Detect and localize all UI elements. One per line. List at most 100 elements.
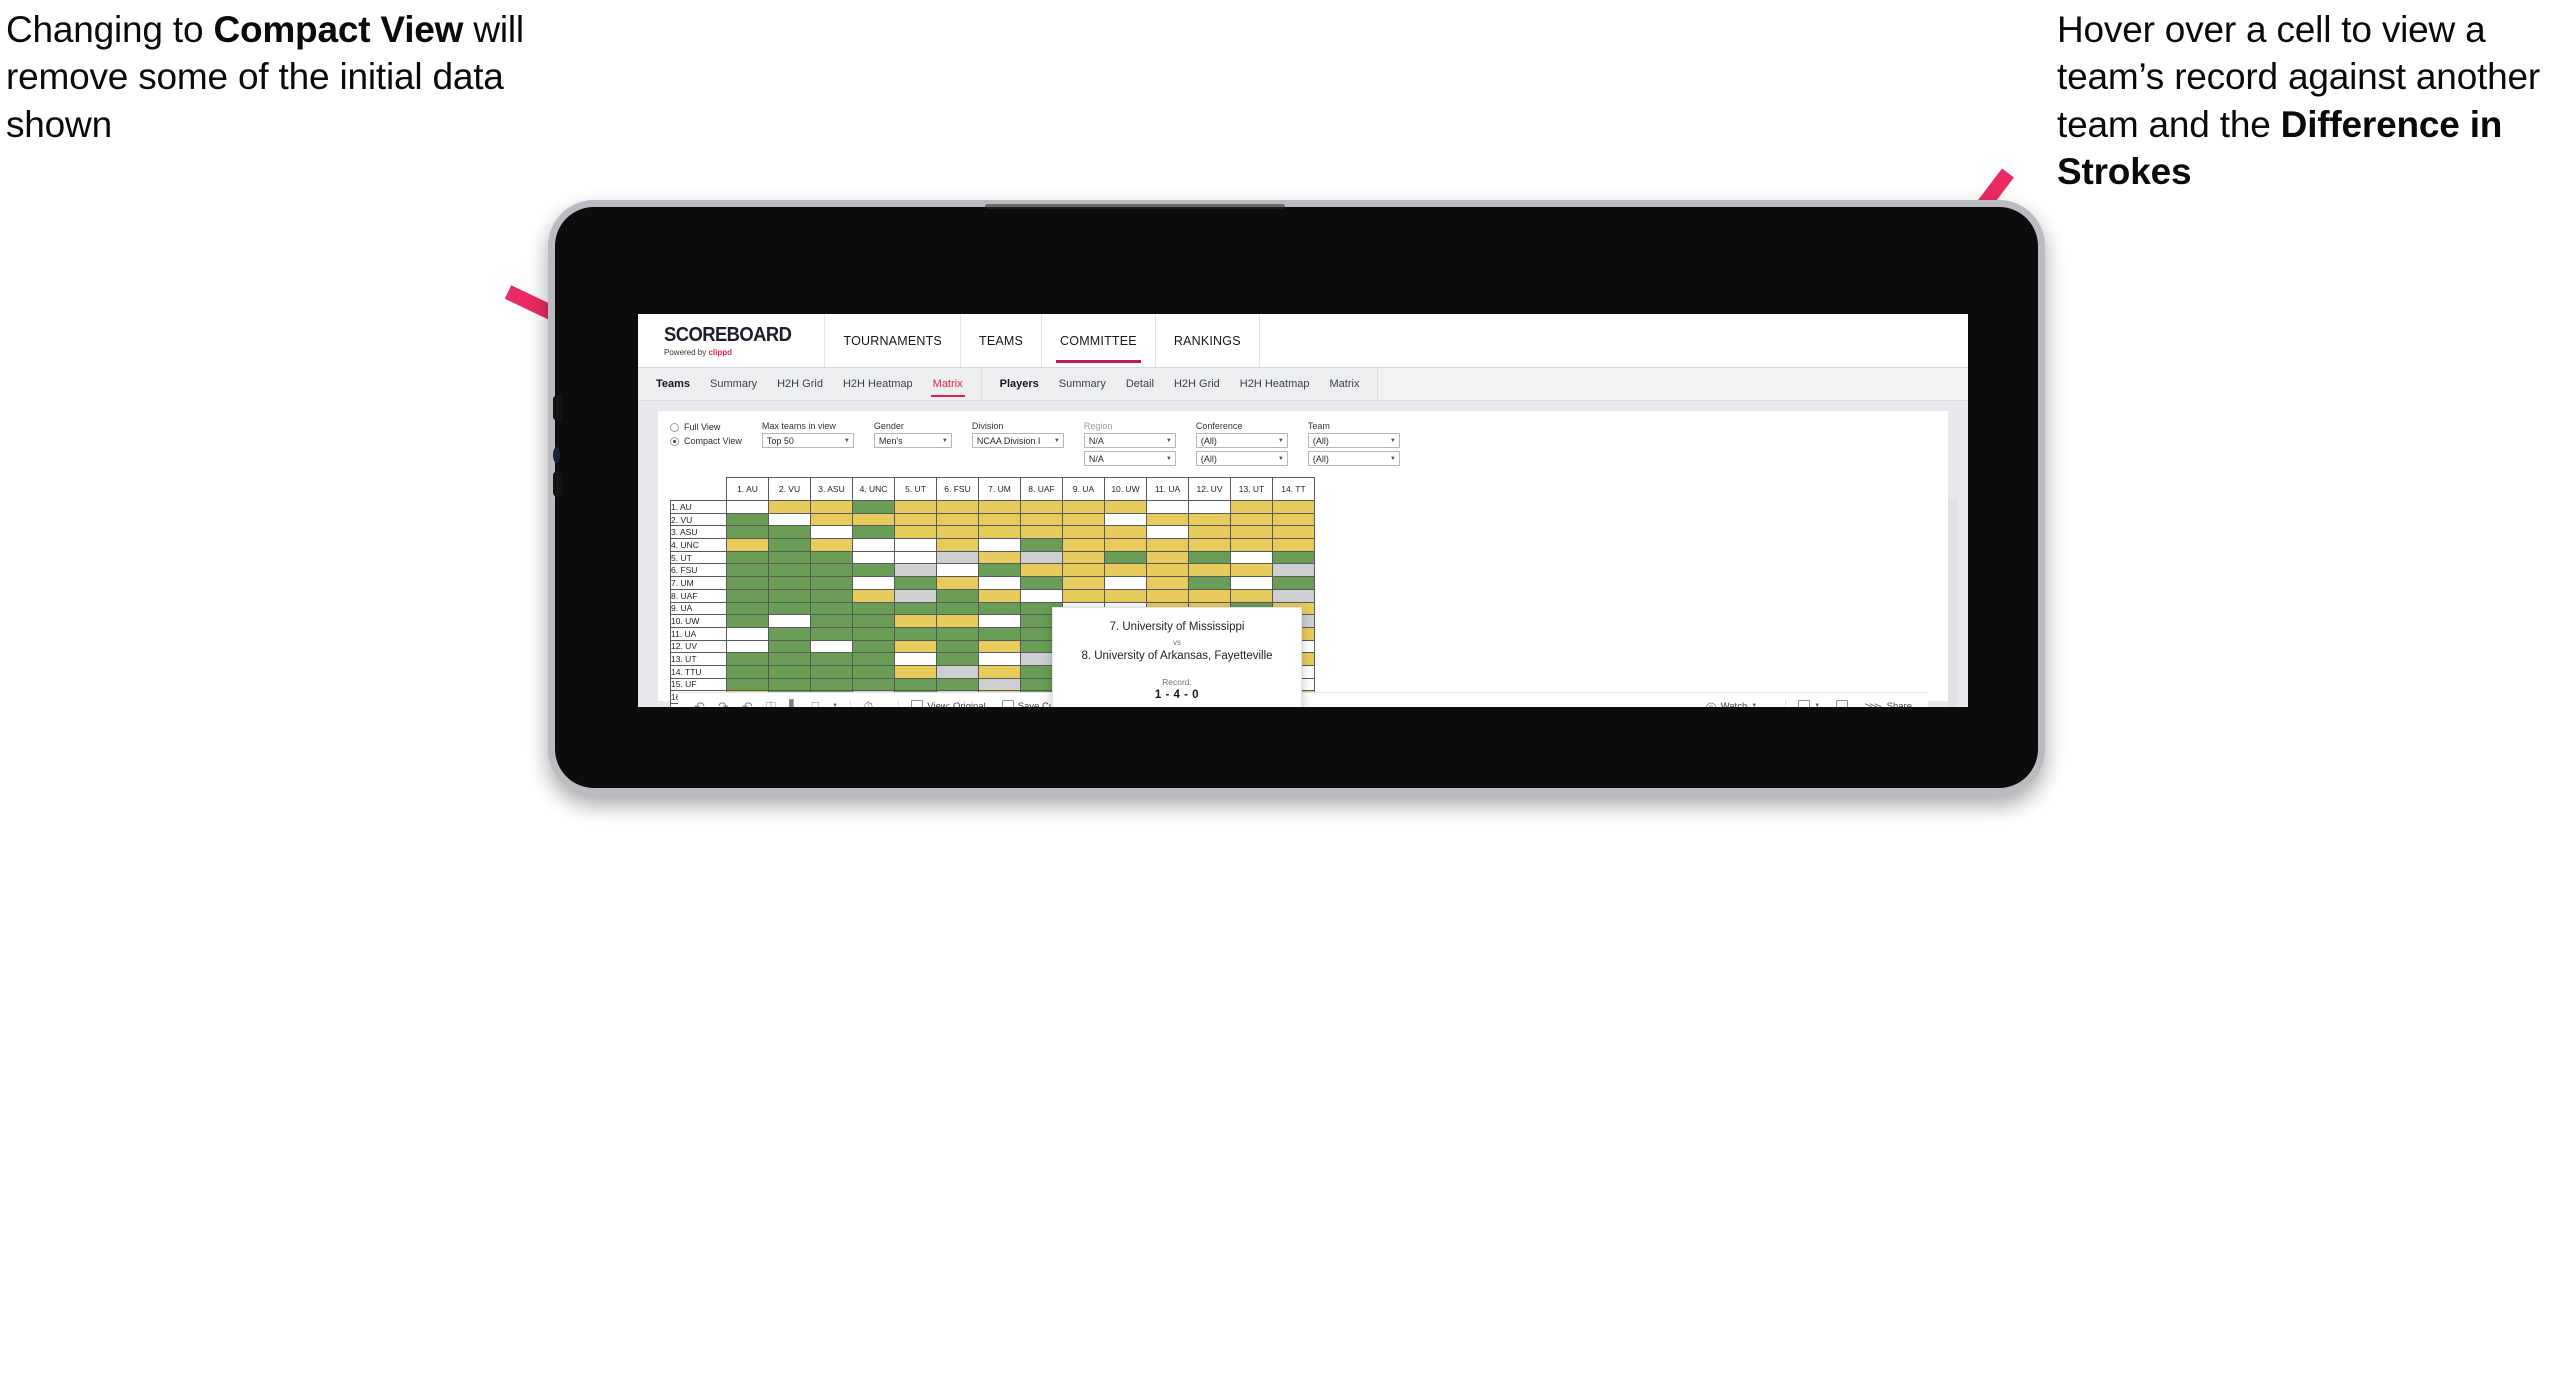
tab-players-matrix[interactable]: Matrix (1320, 378, 1370, 390)
matrix-cell[interactable] (1104, 500, 1147, 514)
matrix-cell[interactable] (810, 563, 853, 578)
matrix-cell[interactable] (1188, 538, 1231, 552)
matrix-cell[interactable] (978, 576, 1021, 590)
tab-teams-matrix[interactable]: Matrix (923, 378, 973, 397)
matrix-cell[interactable] (1020, 538, 1063, 552)
share-button[interactable]: ⋙ Share (1864, 700, 1912, 708)
matrix-cell[interactable] (768, 639, 811, 654)
watch-chevron-down-icon[interactable]: ▼ (1751, 703, 1757, 707)
matrix-cell[interactable] (978, 512, 1021, 527)
matrix-cell[interactable] (852, 588, 895, 603)
clock-icon[interactable]: ⏱ (863, 700, 873, 708)
matrix-cell[interactable] (852, 652, 895, 666)
matrix-cell[interactable] (726, 664, 769, 679)
matrix-cell[interactable] (936, 500, 979, 514)
matrix-cell[interactable] (852, 614, 895, 628)
matrix-cell[interactable] (852, 626, 895, 641)
fullscreen-button[interactable] (1836, 699, 1849, 707)
matrix-cell[interactable] (978, 588, 1021, 603)
tab-players-detail[interactable]: Detail (1116, 378, 1164, 390)
tab-teams-h2h-heatmap[interactable]: H2H Heatmap (833, 378, 923, 390)
matrix-cell[interactable] (726, 601, 769, 616)
matrix-cell[interactable] (1230, 525, 1273, 540)
matrix-cell[interactable] (852, 538, 895, 552)
tab-players-summary[interactable]: Summary (1049, 378, 1116, 390)
matrix-cell[interactable] (726, 538, 769, 552)
radio-full-view[interactable]: Full View (670, 422, 742, 432)
matrix-cell[interactable] (936, 538, 979, 552)
matrix-cell[interactable] (726, 550, 769, 565)
matrix-cell[interactable] (768, 576, 811, 590)
matrix-cell[interactable] (894, 525, 937, 540)
refresh-icon[interactable]: ⎅ (766, 700, 776, 708)
matrix-cell[interactable] (1062, 525, 1105, 540)
redo-icon[interactable]: ↷ (718, 700, 729, 708)
region-select-2[interactable]: N/A ▼ (1083, 451, 1176, 466)
matrix-cell[interactable] (768, 538, 811, 552)
matrix-cell[interactable] (1104, 512, 1147, 527)
matrix-cell[interactable] (1230, 538, 1273, 552)
team-select-1[interactable]: (All) ▼ (1307, 433, 1400, 448)
layout-chevron-down-icon[interactable]: ▼ (832, 703, 838, 707)
matrix-cell[interactable] (1230, 512, 1273, 527)
matrix-cell[interactable] (726, 639, 769, 654)
matrix-cell[interactable] (768, 626, 811, 641)
matrix-cell[interactable] (1188, 588, 1231, 603)
matrix-cell[interactable] (1104, 588, 1147, 603)
matrix-cell[interactable] (894, 576, 937, 590)
matrix-cell[interactable] (852, 576, 895, 590)
matrix-cell[interactable] (768, 677, 811, 692)
matrix-cell[interactable] (726, 576, 769, 590)
region-select-1[interactable]: N/A ▼ (1083, 433, 1176, 448)
matrix-cell[interactable] (852, 639, 895, 654)
topnav-item-tournaments[interactable]: TOURNAMENTS (824, 314, 960, 367)
matrix-cell[interactable] (852, 525, 895, 540)
matrix-cell[interactable] (1230, 500, 1273, 514)
matrix-cell[interactable] (894, 550, 937, 565)
matrix-cell[interactable] (852, 512, 895, 527)
matrix-cell[interactable] (1146, 525, 1189, 540)
matrix-cell[interactable] (1272, 563, 1315, 578)
matrix-cell[interactable] (936, 626, 979, 641)
matrix-cell[interactable] (1188, 563, 1231, 578)
matrix-cell[interactable] (768, 500, 811, 514)
matrix-cell[interactable] (726, 588, 769, 603)
matrix-cell[interactable] (1188, 525, 1231, 540)
matrix-cell[interactable] (810, 588, 853, 603)
matrix-cell[interactable] (894, 601, 937, 616)
matrix-cell[interactable] (936, 652, 979, 666)
matrix-cell[interactable] (768, 550, 811, 565)
radio-compact-view-icon[interactable] (670, 436, 679, 446)
download-chevron-down-icon[interactable]: ▼ (1814, 703, 1820, 707)
matrix-cell[interactable] (810, 550, 853, 565)
matrix-cell[interactable] (894, 639, 937, 654)
matrix-cell[interactable] (978, 538, 1021, 552)
matrix-cell[interactable] (978, 601, 1021, 616)
matrix-cell[interactable] (936, 639, 979, 654)
matrix-cell[interactable] (936, 614, 979, 628)
matrix-cell[interactable] (1104, 576, 1147, 590)
matrix-cell[interactable] (894, 626, 937, 641)
matrix-cell[interactable] (852, 601, 895, 616)
tab-teams-h2h-grid[interactable]: H2H Grid (767, 378, 833, 390)
matrix-cell[interactable] (894, 652, 937, 666)
matrix-cell[interactable] (978, 626, 1021, 641)
matrix-cell[interactable] (810, 525, 853, 540)
matrix-cell[interactable] (810, 576, 853, 590)
max-teams-select[interactable]: Top 50 ▼ (761, 433, 854, 448)
conference-select-2[interactable]: (All) ▼ (1195, 451, 1288, 466)
matrix-cell[interactable] (1062, 500, 1105, 514)
matrix-cell[interactable] (1062, 588, 1105, 603)
matrix-cell[interactable] (936, 576, 979, 590)
matrix-cell[interactable] (768, 563, 811, 578)
view-original-button[interactable]: View: Original (911, 699, 986, 707)
matrix-cell[interactable] (1272, 588, 1315, 603)
matrix-cell[interactable] (726, 677, 769, 692)
matrix-cell[interactable] (936, 512, 979, 527)
matrix-cell[interactable] (810, 664, 853, 679)
matrix-cell[interactable] (894, 664, 937, 679)
topnav-item-rankings[interactable]: RANKINGS (1154, 314, 1259, 367)
matrix-cell[interactable] (1230, 588, 1273, 603)
matrix-cell[interactable] (1146, 588, 1189, 603)
undo-icon[interactable]: ↶ (694, 700, 705, 708)
